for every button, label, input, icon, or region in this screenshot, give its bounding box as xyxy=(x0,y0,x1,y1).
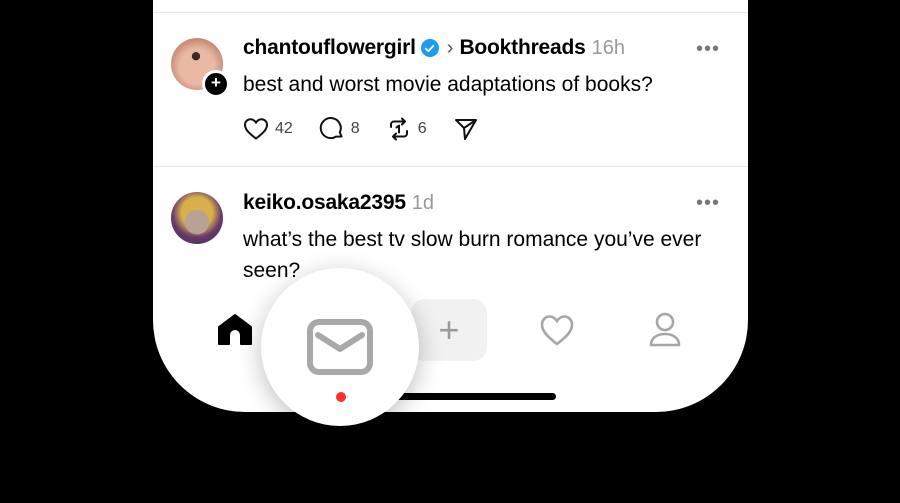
post-time: 16h xyxy=(591,36,625,59)
reply-icon xyxy=(319,117,343,140)
messages-button[interactable] xyxy=(261,268,419,426)
profile-icon xyxy=(649,312,681,347)
community-link[interactable]: Bookthreads xyxy=(459,36,585,60)
post-username[interactable]: chantouflowergirl xyxy=(243,36,416,60)
avatar[interactable] xyxy=(171,192,223,244)
post-username[interactable]: keiko.osaka2395 xyxy=(243,191,406,215)
activity-heart-icon xyxy=(540,315,574,346)
like-count: 42 xyxy=(275,120,293,137)
repost-count: 6 xyxy=(417,120,427,137)
send-icon xyxy=(454,119,477,140)
verified-badge-icon xyxy=(420,39,439,57)
repost-button[interactable]: 6 xyxy=(386,116,427,142)
share-button[interactable] xyxy=(453,116,479,142)
app-screen: + chantouflowergirl › Bookthreads 16h ••… xyxy=(153,0,748,412)
more-options-icon[interactable]: ••• xyxy=(696,192,720,215)
reply-button[interactable]: 8 xyxy=(319,116,360,142)
compose-icon: + xyxy=(438,309,460,350)
heart-icon xyxy=(243,118,269,140)
chevron-right-icon: › xyxy=(446,36,454,59)
more-options-icon[interactable]: ••• xyxy=(696,38,720,61)
nav-activity[interactable] xyxy=(535,308,579,352)
home-indicator xyxy=(386,393,556,400)
home-icon xyxy=(218,314,252,345)
bottom-nav-bar: + xyxy=(153,296,748,366)
nav-home[interactable] xyxy=(213,308,257,352)
repost-icon xyxy=(389,117,408,141)
post-text: best and worst movie adaptations of book… xyxy=(243,73,653,96)
follow-button[interactable]: + xyxy=(202,70,230,98)
reply-count: 8 xyxy=(350,120,360,137)
post-time: 1d xyxy=(411,191,435,214)
nav-profile[interactable] xyxy=(643,308,687,352)
divider xyxy=(153,12,748,13)
mail-icon xyxy=(307,319,373,375)
like-button[interactable]: 42 xyxy=(243,117,293,141)
unread-badge xyxy=(336,392,346,402)
divider xyxy=(153,166,748,167)
